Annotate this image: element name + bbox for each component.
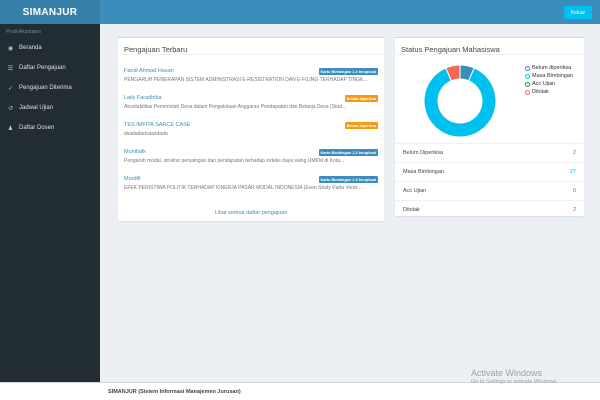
sidebar: SIMANJUR Prodi Akuntansi ◉ Beranda ☰ Daftar… <box>0 0 100 382</box>
sidebar-item-label: Pengajuan Diterima <box>19 85 72 91</box>
legend-swatch <box>525 89 530 95</box>
legend-swatch <box>525 81 530 87</box>
recent-submissions-box: Pengajuan Terbaru Fandi Ahmad Hasan Kartu… <box>118 37 384 221</box>
app-title[interactable]: SIMANJUR <box>0 0 100 24</box>
watermark-title: Activate Windows <box>471 368 543 378</box>
list-icon: ☰ <box>7 65 14 72</box>
submission-status-badge: Kartu Bimbingan 1-3 terupload <box>318 176 378 183</box>
submission-title: Pengaruh modal, struktur persaingan dan … <box>124 158 345 164</box>
legend-item: Belum diperiksa <box>525 64 573 72</box>
status-count-row: Belum Diperiksa 2 <box>395 143 584 161</box>
logout-button[interactable]: Keluar <box>564 6 592 19</box>
sidebar-item-pengajuan-diterima[interactable]: ✓ Pengajuan Diterima <box>0 78 100 98</box>
legend-label: Belum diperiksa <box>532 65 572 71</box>
status-donut-chart <box>423 64 497 138</box>
sidebar-item-label: Daftar Pengajuan <box>19 65 66 71</box>
status-count-value: 2 <box>572 206 576 213</box>
footer-subtitle: (Sistem Informasi Manajemen Jurusan) <box>138 388 241 395</box>
recent-submissions-title: Pengajuan Terbaru <box>118 38 384 55</box>
sidebar-item-label: Daftar Dosen <box>19 125 55 131</box>
submission-status-badge: Kartu Bimbingan 1-3 terupload <box>318 68 378 75</box>
activate-windows-watermark: Activate Windows Go to Settings to activ… <box>471 368 558 385</box>
status-count-value: 0 <box>572 187 576 194</box>
status-count-row: Acc Ujian 0 <box>395 181 584 199</box>
submission-title: dsadadadsaasdada <box>124 131 168 137</box>
legend-label: Acc Ujian <box>532 81 556 87</box>
status-count-label: Belum Diperiksa <box>403 149 444 156</box>
legend-item: Masa Bimbingan <box>525 72 573 80</box>
legend-item: Ditolak <box>525 88 573 96</box>
submission-status-badge: Kartu Bimbingan 1-3 terupload <box>318 149 378 156</box>
status-count-label: Acc Ujian <box>403 187 427 194</box>
status-count-value: 27 <box>569 168 576 175</box>
status-legend: Belum diperiksa Masa Bimbingan Acc Ujian Di… <box>525 64 573 96</box>
sidebar-item-label: Beranda <box>19 45 42 51</box>
submission-student-name[interactable]: Laily Faradhiba <box>124 95 378 101</box>
submission-title: PENGARUH PENERAPAN SISTEM ADMINISTRASI E… <box>124 77 368 83</box>
footer-brand: SIMANJUR <box>108 388 137 395</box>
submission-item: Murdifi Kartu Bimbingan 1-3 terupload EFEK… <box>124 176 378 191</box>
legend-swatch <box>525 73 530 79</box>
submission-status-title: Status Pengajuan Mahasiswa <box>395 38 584 55</box>
user-icon: ♟ <box>7 125 14 132</box>
status-count-label: Ditolak <box>403 206 420 213</box>
history-icon: ↺ <box>7 105 14 112</box>
top-navbar: Keluar <box>100 0 600 24</box>
legend-label: Ditolak <box>532 89 549 95</box>
see-all-submissions-link[interactable]: Lihat semua daftar pengajuan <box>118 210 384 216</box>
legend-swatch <box>525 65 530 71</box>
status-count-label: Masa Bimbingan <box>403 168 444 175</box>
sidebar-item-jadwal-ujian[interactable]: ↺ Jadwal Ujian <box>0 98 100 118</box>
watermark-subtitle: Go to Settings to activate Windows. <box>471 379 558 385</box>
status-count-row: Ditolak 2 <box>395 200 584 218</box>
submission-item: Laily Faradhiba Belum diperiksa Akuntabili… <box>124 95 378 110</box>
legend-label: Masa Bimbingan <box>532 73 573 79</box>
user-panel-label: Prodi Akuntansi <box>6 29 41 35</box>
submission-status-badge: Belum diperiksa <box>344 122 378 129</box>
dashboard-icon: ◉ <box>7 45 14 52</box>
sidebar-item-beranda[interactable]: ◉ Beranda <box>0 38 100 58</box>
submission-item: Fandi Ahmad Hasan Kartu Bimbingan 1-3 ter… <box>124 68 378 83</box>
submission-student-name[interactable]: TES IMFITA SARCE CASE <box>124 122 378 128</box>
sidebar-item-label: Jadwal Ujian <box>19 105 54 111</box>
status-count-value: 2 <box>572 149 576 156</box>
submission-title: Akuntabilitas Pemerintah Desa dalam Peng… <box>124 104 347 110</box>
submission-item: TES IMFITA SARCE CASE Belum diperiksa dsad… <box>124 122 378 137</box>
thumbs-up-icon: ✓ <box>7 85 14 92</box>
submission-title: EFEK PERISTIWA POLITIK TERHADAP KINERJA … <box>124 185 364 191</box>
sidebar-item-daftar-pengajuan[interactable]: ☰ Daftar Pengajuan <box>0 58 100 78</box>
sidebar-item-daftar-dosen[interactable]: ♟ Daftar Dosen <box>0 118 100 138</box>
status-count-row: Masa Bimbingan 27 <box>395 162 584 180</box>
submission-item: Munifatik Kartu Bimbingan 1-3 terupload Pe… <box>124 149 378 164</box>
submission-status-box: Status Pengajuan Mahasiswa Belum diperik… <box>395 37 584 216</box>
legend-item: Acc Ujian <box>525 80 573 88</box>
submission-status-badge: Belum diperiksa <box>344 95 378 102</box>
